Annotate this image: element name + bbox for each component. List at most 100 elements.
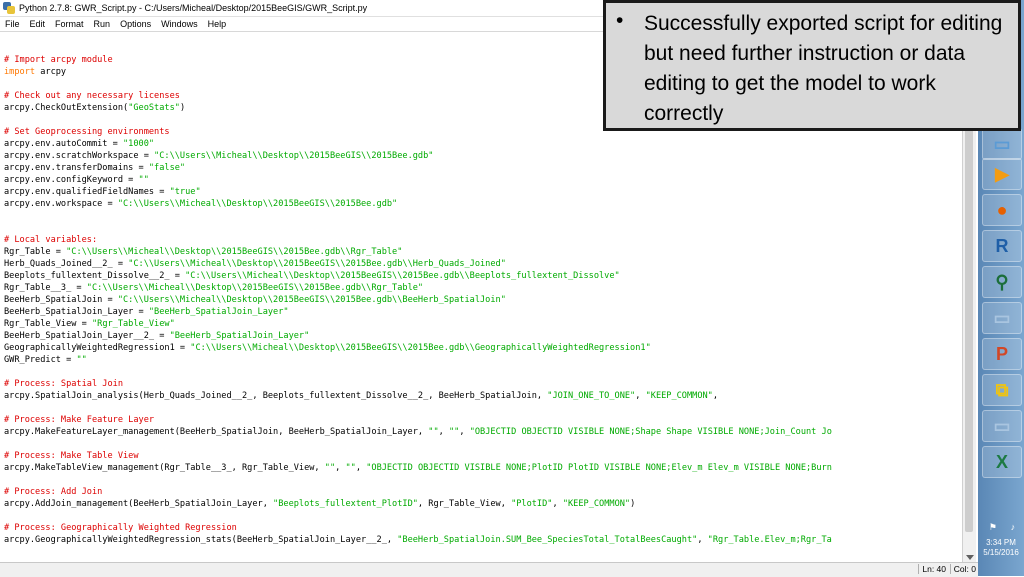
code-token: "C:\\Users\\Micheal\\Desktop\\2015BeeGIS… [86, 283, 424, 293]
code-token: arcpy.MakeTableView_management(Rgr_Table… [4, 463, 325, 473]
firefox-icon[interactable]: ● [982, 194, 1022, 226]
code-line[interactable]: arcpy.GeographicallyWeightedRegression_s… [4, 534, 962, 546]
powerpoint-icon-glyph: P [995, 343, 1008, 364]
code-token: # Process: Make Feature Layer [4, 415, 155, 425]
code-token: arcpy.env.autoCommit = [4, 139, 123, 149]
code-token: arcpy.env.scratchWorkspace = [4, 151, 155, 161]
code-line[interactable]: # Process: Add Join [4, 486, 962, 498]
notepad-2-icon[interactable]: ▭ [982, 410, 1022, 442]
code-token: "C:\\Users\\Micheal\\Desktop\\2015BeeGIS… [66, 247, 403, 257]
excel-icon[interactable]: X [982, 446, 1022, 478]
code-token: "OBJECTID OBJECTID VISIBLE NONE;PlotID P… [366, 463, 832, 473]
code-token: , [438, 427, 449, 437]
code-token: arcpy.CheckOutExtension( [4, 103, 129, 113]
code-line[interactable]: arcpy.env.autoCommit = "1000" [4, 138, 962, 150]
code-token: "Beeplots_fullextent_PlotID" [273, 499, 418, 509]
code-line[interactable]: GeographicallyWeightedRegression1 = "C:\… [4, 342, 962, 354]
code-token: "PlotID" [511, 499, 553, 509]
menu-options[interactable]: Options [115, 19, 156, 29]
code-token: "" [428, 427, 439, 437]
explorer-icon[interactable]: ▭ [982, 128, 1022, 160]
code-line[interactable]: BeeHerb_SpatialJoin = "C:\\Users\\Michea… [4, 294, 962, 306]
code-line[interactable]: Rgr_Table = "C:\\Users\\Micheal\\Desktop… [4, 246, 962, 258]
code-line[interactable]: BeeHerb_SpatialJoin_Layer = "BeeHerb_Spa… [4, 306, 962, 318]
menu-run[interactable]: Run [89, 19, 116, 29]
callout-text: Successfully exported script for editing… [644, 12, 1003, 125]
menu-windows[interactable]: Windows [156, 19, 203, 29]
code-line[interactable] [4, 438, 962, 450]
code-line[interactable]: Rgr_Table_View = "Rgr_Table_View" [4, 318, 962, 330]
media-player-icon[interactable]: ▶ [982, 158, 1022, 190]
code-token: GWR_Predict = [4, 355, 77, 365]
code-token: , [355, 463, 367, 473]
code-line[interactable]: arcpy.MakeFeatureLayer_management(BeeHer… [4, 426, 962, 438]
code-line[interactable] [4, 222, 962, 234]
code-line[interactable]: # Process: Make Feature Layer [4, 414, 962, 426]
code-token: arcpy.env.configKeyword = [4, 175, 139, 185]
line-number: Ln: 40 [918, 564, 946, 574]
code-line[interactable]: arcpy.AddJoin_management(BeeHerb_Spatial… [4, 498, 962, 510]
clock-date: 5/15/2016 [983, 548, 1019, 557]
code-token: "" [324, 463, 336, 473]
code-token: "1000" [123, 139, 155, 149]
code-line[interactable]: arcpy.env.qualifiedFieldNames = "true" [4, 186, 962, 198]
code-token: "C:\\Users\\Micheal\\Desktop\\2015BeeGIS… [117, 199, 398, 209]
notepad-icon-glyph: ▭ [993, 307, 1011, 328]
code-line[interactable] [4, 402, 962, 414]
notepad-icon[interactable]: ▭ [982, 302, 1022, 334]
code-token: # Set Geoprocessing environments [4, 127, 170, 137]
code-line[interactable]: # Process: Spatial Join [4, 378, 962, 390]
code-token: "JOIN_ONE_TO_ONE" [547, 391, 636, 401]
code-line[interactable] [4, 366, 962, 378]
callout-bullet: • [616, 9, 624, 32]
code-line[interactable]: arcpy.env.transferDomains = "false" [4, 162, 962, 174]
code-line[interactable]: arcpy.SpatialJoin_analysis(Herb_Quads_Jo… [4, 390, 962, 402]
code-line[interactable] [4, 510, 962, 522]
code-token: "BeeHerb_SpatialJoin_Layer" [169, 331, 310, 341]
code-token: "C:\\Users\\Micheal\\Desktop\\2015BeeGIS… [117, 295, 506, 305]
code-line[interactable]: GWR_Predict = "" [4, 354, 962, 366]
code-line[interactable]: BeeHerb_SpatialJoin_Layer__2_ = "BeeHerb… [4, 330, 962, 342]
code-token: "KEEP_COMMON" [562, 499, 631, 509]
taskbar-clock[interactable]: 3:34 PM 5/15/2016 [978, 538, 1024, 558]
notepad-2-icon-glyph: ▭ [993, 415, 1011, 436]
code-line[interactable]: arcpy.env.scratchWorkspace = "C:\\Users\… [4, 150, 962, 162]
code-line[interactable]: Beeplots_fullextent_Dissolve__2_ = "C:\\… [4, 270, 962, 282]
scroll-down-icon[interactable] [966, 555, 974, 560]
code-line[interactable]: arcpy.env.configKeyword = "" [4, 174, 962, 186]
media-player-icon-glyph: ▶ [995, 163, 1009, 184]
code-token: , [552, 499, 563, 509]
r-icon[interactable]: R [982, 230, 1022, 262]
scrollbar-thumb[interactable] [965, 72, 973, 532]
code-token: "C:\\Users\\Micheal\\Desktop\\2015BeeGIS… [190, 343, 651, 353]
code-token: "" [448, 427, 460, 437]
code-line[interactable] [4, 474, 962, 486]
code-token: # Process: Add Join [4, 487, 103, 497]
volume-icon[interactable]: ♪ [1011, 522, 1016, 532]
flag-icon[interactable]: ⚑ [989, 522, 997, 533]
code-token: , [459, 427, 470, 437]
r-icon-glyph: R [995, 235, 1009, 256]
menu-help[interactable]: Help [203, 19, 232, 29]
code-line[interactable]: Rgr_Table__3_ = "C:\\Users\\Micheal\\Des… [4, 282, 962, 294]
menu-format[interactable]: Format [50, 19, 89, 29]
code-line[interactable]: arcpy.MakeTableView_management(Rgr_Table… [4, 462, 962, 474]
code-line[interactable]: # Local variables: [4, 234, 962, 246]
code-line[interactable]: # Process: Make Table View [4, 450, 962, 462]
menu-file[interactable]: File [0, 19, 25, 29]
code-token: "" [345, 463, 356, 473]
code-token: "true" [169, 187, 201, 197]
code-token: # Process: Geographically Weighted Regre… [4, 523, 237, 533]
code-line[interactable]: Herb_Quads_Joined__2_ = "C:\\Users\\Mich… [4, 258, 962, 270]
code-line[interactable]: arcpy.env.workspace = "C:\\Users\\Michea… [4, 198, 962, 210]
search-tool-icon[interactable]: ⚲ [982, 266, 1022, 298]
menu-edit[interactable]: Edit [25, 19, 51, 29]
window-title: Python 2.7.8: GWR_Script.py - C:/Users/M… [19, 3, 368, 13]
code-line[interactable]: # Process: Geographically Weighted Regre… [4, 522, 962, 534]
powerpoint-icon[interactable]: P [982, 338, 1022, 370]
code-token: BeeHerb_SpatialJoin_Layer = [4, 307, 149, 317]
code-token: arcpy.SpatialJoin_analysis(Herb_Quads_Jo… [4, 391, 548, 401]
code-token: # Process: Spatial Join [4, 379, 123, 389]
code-line[interactable] [4, 210, 962, 222]
python-icon[interactable]: ⧉ [982, 374, 1022, 406]
